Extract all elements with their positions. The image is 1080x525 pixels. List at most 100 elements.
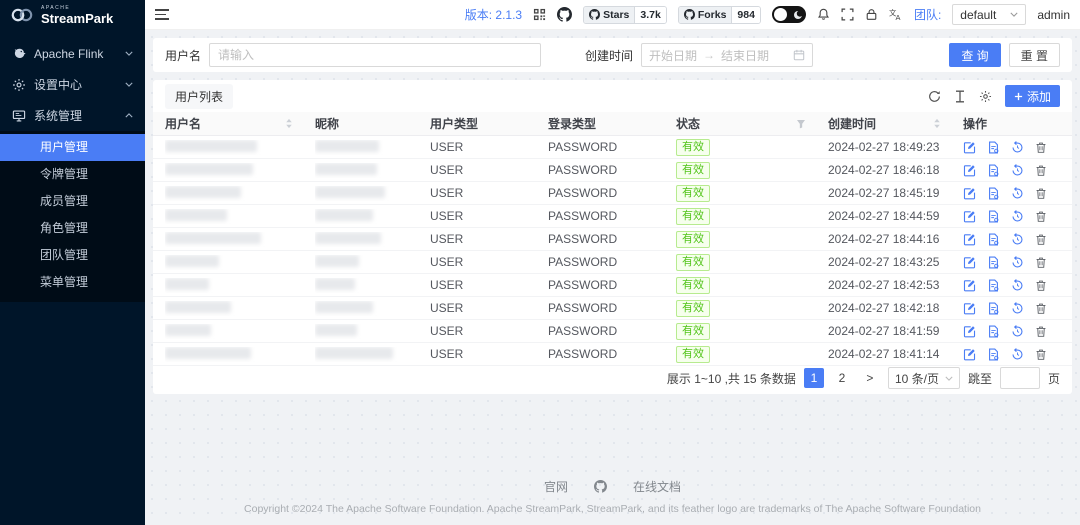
edit-user-icon[interactable] [963,325,976,338]
reset-password-icon[interactable] [1011,163,1024,177]
page-button-2[interactable]: 2 [832,368,852,388]
official-site-link[interactable]: 官网 [544,478,568,495]
reset-password-icon[interactable] [1011,347,1024,361]
delete-user-icon[interactable] [1035,279,1047,292]
sidebar-item-settings-center[interactable]: 设置中心 [0,69,145,100]
refresh-icon[interactable] [928,90,941,103]
created-time-range-picker[interactable]: 开始日期 → 结束日期 [641,43,814,67]
sidebar-item-member-management[interactable]: 成员管理 [0,188,145,215]
view-detail-icon[interactable] [987,187,1000,200]
menu-collapse-icon[interactable] [155,9,169,20]
view-detail-icon[interactable] [987,141,1000,154]
current-user[interactable]: admin [1037,8,1070,22]
sidebar-item-role-management[interactable]: 角色管理 [0,215,145,242]
view-detail-icon[interactable] [987,325,1000,338]
view-detail-icon[interactable] [987,233,1000,246]
sidebar-item-token-management[interactable]: 令牌管理 [0,161,145,188]
edit-user-icon[interactable] [963,348,976,361]
table-row[interactable]: USER PASSWORD 有效 2024-02-27 18:46:18 [153,159,1072,182]
page-button-1[interactable]: 1 [803,368,824,388]
column-height-icon[interactable] [954,90,966,103]
edit-user-icon[interactable] [963,302,976,315]
table-row[interactable]: USER PASSWORD 有效 2024-02-27 18:49:23 [153,136,1072,159]
delete-user-icon[interactable] [1035,302,1047,315]
col-status[interactable]: 状态 [676,115,828,132]
fullscreen-icon[interactable] [841,8,854,21]
username-filter-input[interactable] [209,43,542,67]
col-created-time[interactable]: 创建时间 [828,115,963,132]
view-detail-icon[interactable] [987,256,1000,269]
logo-title: StreamPark [41,10,114,26]
reset-password-icon[interactable] [1011,209,1024,223]
col-username[interactable]: 用户名 [165,115,315,132]
edit-user-icon[interactable] [963,187,976,200]
edit-user-icon[interactable] [963,164,976,177]
reset-button[interactable]: 重 置 [1008,43,1060,67]
table-row[interactable]: USER PASSWORD 有效 2024-02-27 18:42:18 [153,297,1072,320]
moon-icon [793,10,803,19]
table-row[interactable]: USER PASSWORD 有效 2024-02-27 18:41:59 [153,320,1072,343]
sorter-icon[interactable] [933,118,941,129]
bell-icon[interactable] [817,8,830,21]
table-row[interactable]: USER PASSWORD 有效 2024-02-27 18:44:59 [153,205,1072,228]
delete-user-icon[interactable] [1035,187,1047,200]
table-row[interactable]: USER PASSWORD 有效 2024-02-27 18:44:16 [153,228,1072,251]
view-detail-icon[interactable] [987,279,1000,292]
github-icon[interactable] [557,7,573,22]
sidebar-item-menu-management[interactable]: 菜单管理 [0,269,145,296]
column-settings-gear-icon[interactable] [979,90,992,103]
online-docs-link[interactable]: 在线文档 [633,478,681,495]
delete-user-icon[interactable] [1035,348,1047,361]
qrcode-icon[interactable] [533,8,546,21]
view-detail-icon[interactable] [987,164,1000,177]
view-detail-icon[interactable] [987,348,1000,361]
table-row[interactable]: USER PASSWORD 有效 2024-02-27 18:42:53 [153,274,1072,297]
actions-cell [963,163,1060,177]
sidebar-item-team-management[interactable]: 团队管理 [0,242,145,269]
github-forks-badge[interactable]: Forks 984 [677,5,761,24]
reset-password-icon[interactable] [1011,255,1024,269]
delete-user-icon[interactable] [1035,325,1047,338]
reset-password-icon[interactable] [1011,324,1024,338]
filter-funnel-icon[interactable] [796,119,806,129]
delete-user-icon[interactable] [1035,233,1047,246]
sidebar-item-system-management[interactable]: 系统管理 [0,100,145,131]
streampark-logo-icon [9,7,35,23]
delete-user-icon[interactable] [1035,256,1047,269]
next-page-button[interactable]: > [860,368,880,388]
sidebar-item-user-management[interactable]: 用户管理 [0,134,145,161]
copyright-text: Copyright ©2024 The Apache Software Foun… [244,503,981,515]
edit-user-icon[interactable] [963,141,976,154]
table-row[interactable]: USER PASSWORD 有效 2024-02-27 18:41:14 [153,343,1072,366]
sidebar-item-label: 系统管理 [34,109,83,123]
github-stars-badge[interactable]: Stars 3.7k [583,5,667,24]
delete-user-icon[interactable] [1035,164,1047,177]
delete-user-icon[interactable] [1035,141,1047,154]
github-icon[interactable] [594,480,607,493]
page-jump-input[interactable] [999,367,1040,389]
theme-toggle[interactable] [771,6,806,23]
page-size-select[interactable]: 10 条/页 [887,367,960,389]
search-button[interactable]: 查 询 [949,43,1001,67]
table-row[interactable]: USER PASSWORD 有效 2024-02-27 18:45:19 [153,182,1072,205]
add-user-button[interactable]: 添加 [1004,85,1060,107]
delete-user-icon[interactable] [1035,210,1047,223]
edit-user-icon[interactable] [963,256,976,269]
sidebar-item-apache-flink[interactable]: Apache Flink [0,38,145,69]
team-select[interactable]: default [952,4,1027,25]
translate-icon[interactable]: 文A [889,8,903,21]
reset-password-icon[interactable] [1011,301,1024,315]
reset-password-icon[interactable] [1011,232,1024,246]
edit-user-icon[interactable] [963,210,976,223]
view-detail-icon[interactable] [987,302,1000,315]
reset-password-icon[interactable] [1011,278,1024,292]
reset-password-icon[interactable] [1011,140,1024,154]
reset-password-icon[interactable] [1011,186,1024,200]
lock-icon[interactable] [865,8,878,21]
sorter-icon[interactable] [285,118,293,129]
view-detail-icon[interactable] [987,210,1000,223]
edit-user-icon[interactable] [963,279,976,292]
streampark-logo[interactable]: APACHE StreamPark [0,0,145,30]
table-row[interactable]: USER PASSWORD 有效 2024-02-27 18:43:25 [153,251,1072,274]
edit-user-icon[interactable] [963,233,976,246]
